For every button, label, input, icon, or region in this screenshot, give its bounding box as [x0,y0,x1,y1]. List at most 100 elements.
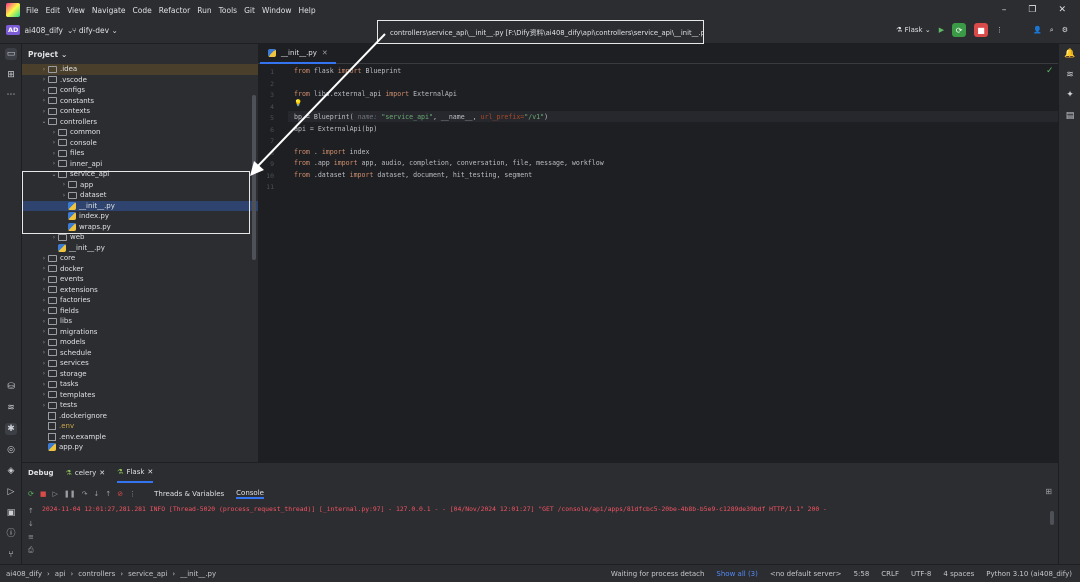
crumb-project[interactable]: ai408_dify [6,570,42,578]
tree-item[interactable]: › storage [22,369,258,380]
chevron-right-icon[interactable]: › [40,255,48,262]
tree-item[interactable]: › contexts [22,106,258,117]
database-icon[interactable]: ≋ [5,402,17,414]
chevron-right-icon[interactable]: › [40,339,48,346]
settings-icon[interactable]: ⚙ [1062,26,1068,34]
tree-item[interactable]: › .idea [22,64,258,75]
sciview-icon[interactable]: ▤ [1064,110,1076,122]
line-separator[interactable]: CRLF [881,570,899,578]
project-selector[interactable]: AD ai408_dify ⌄ [6,25,73,35]
chevron-right-icon[interactable]: › [40,307,48,314]
menu-file[interactable]: File [26,6,39,15]
lightbulb-icon[interactable]: 💡 [294,99,302,107]
tree-item[interactable]: › fields [22,306,258,317]
tab-init-py[interactable]: __init__.py ✕ [260,44,336,64]
editor-area[interactable] [258,44,1058,462]
chevron-right-icon[interactable]: › [40,108,48,115]
chevron-right-icon[interactable]: › [40,76,48,83]
tree-item[interactable]: › services [22,358,258,369]
menu-navigate[interactable]: Navigate [92,6,126,15]
chevron-right-icon[interactable]: › [50,129,58,136]
tree-item[interactable]: › factories [22,295,258,306]
chevron-right-icon[interactable]: › [40,66,48,73]
run-icon[interactable]: ▶ [939,26,944,34]
server-status[interactable]: <no default server> [770,570,842,578]
notifications-icon[interactable]: 🔔 [1064,48,1076,60]
tab-flask[interactable]: ⚗ Flask ✕ [117,463,154,483]
menu-edit[interactable]: Edit [46,6,61,15]
tree-item[interactable]: › core [22,253,258,264]
tree-item[interactable]: › console [22,138,258,149]
run-circle-icon[interactable]: ▷ [5,486,17,498]
tree-item[interactable]: › events [22,274,258,285]
chevron-right-icon[interactable]: › [40,402,48,409]
resume-icon[interactable]: ▷ [53,490,58,498]
tree-item[interactable]: › migrations [22,327,258,338]
menu-code[interactable]: Code [133,6,152,15]
crumb-service-api[interactable]: service_api [128,570,167,578]
terminal-icon[interactable]: ▣ [5,507,17,519]
chevron-right-icon[interactable]: › [40,349,48,356]
chevron-right-icon[interactable]: › [40,297,48,304]
layers-icon[interactable]: ◈ [5,465,17,477]
tree-item[interactable]: › templates [22,390,258,401]
tree-item[interactable]: › .vscode [22,75,258,86]
structure-icon[interactable]: ⊞ [5,69,17,81]
breakpoints-icon[interactable]: ⊘ [117,490,123,498]
ai-assistant-icon[interactable]: ✦ [1064,89,1076,101]
tree-item[interactable]: .env.example [22,432,258,443]
rerun-icon[interactable]: ⟳ [28,490,34,498]
tree-item[interactable]: ⌄ controllers [22,117,258,128]
chevron-down-icon[interactable]: ⌄ [40,118,48,125]
layout-icon[interactable]: ⊞ [1045,487,1052,496]
chevron-right-icon[interactable]: › [40,391,48,398]
menu-tools[interactable]: Tools [219,6,237,15]
tree-item[interactable]: › inner_api [22,159,258,170]
tree-item[interactable]: › docker [22,264,258,275]
scroll-up-icon[interactable]: ↑ [28,507,34,515]
chevron-right-icon[interactable]: › [50,150,58,157]
file-path-popup[interactable]: controllers\service_api\__init__.py [F:\… [377,20,704,44]
crumb-api[interactable]: api [55,570,66,578]
chevron-right-icon[interactable]: › [40,276,48,283]
step-into-icon[interactable]: ↓ [94,490,100,498]
database-right-icon[interactable]: ≋ [1064,69,1076,81]
chevron-right-icon[interactable]: › [40,381,48,388]
project-panel-header[interactable]: Project ⌄ [22,44,258,64]
console-scrollbar[interactable] [1050,511,1054,525]
search-icon[interactable]: ⌕ [1050,26,1054,35]
maximize-button[interactable]: ❐ [1028,5,1036,15]
indent-setting[interactable]: 4 spaces [943,570,974,578]
tree-item[interactable]: › configs [22,85,258,96]
stop-button[interactable]: ■ [974,23,989,37]
services-icon[interactable]: ◎ [5,444,17,456]
chevron-right-icon[interactable]: › [50,139,58,146]
tree-item[interactable]: › models [22,337,258,348]
close-tab-icon[interactable]: ✕ [99,469,105,477]
menu-view[interactable]: View [67,6,85,15]
close-tab-icon[interactable]: ✕ [322,49,328,57]
debug-icon[interactable]: ✱ [5,423,17,435]
tree-item[interactable]: __init__.py [22,243,258,254]
account-icon[interactable]: 👤 [1033,26,1042,34]
python-interpreter[interactable]: Python 3.10 (ai408_dify) [986,570,1072,578]
problems-icon[interactable]: ⓘ [5,528,17,540]
menu-git[interactable]: Git [244,6,255,15]
tree-item[interactable]: › common [22,127,258,138]
menu-window[interactable]: Window [262,6,292,15]
chevron-right-icon[interactable]: › [50,160,58,167]
menu-run[interactable]: Run [197,6,211,15]
chevron-right-icon[interactable]: › [40,265,48,272]
tree-item[interactable]: › schedule [22,348,258,359]
more-icon[interactable]: ⋮ [996,26,1003,34]
project-folder-icon[interactable]: ▭ [5,48,17,60]
tree-item[interactable]: › libs [22,316,258,327]
tree-item[interactable]: › tasks [22,379,258,390]
tree-item[interactable]: › tests [22,400,258,411]
branch-selector[interactable]: ⑂ dify-dev ⌄ [72,26,118,35]
tree-item[interactable]: app.py [22,442,258,453]
tree-item[interactable]: .env [22,421,258,432]
tree-item[interactable]: .dockerignore [22,411,258,422]
chevron-right-icon[interactable]: › [50,234,58,241]
step-over-icon[interactable]: ↷ [82,490,88,498]
